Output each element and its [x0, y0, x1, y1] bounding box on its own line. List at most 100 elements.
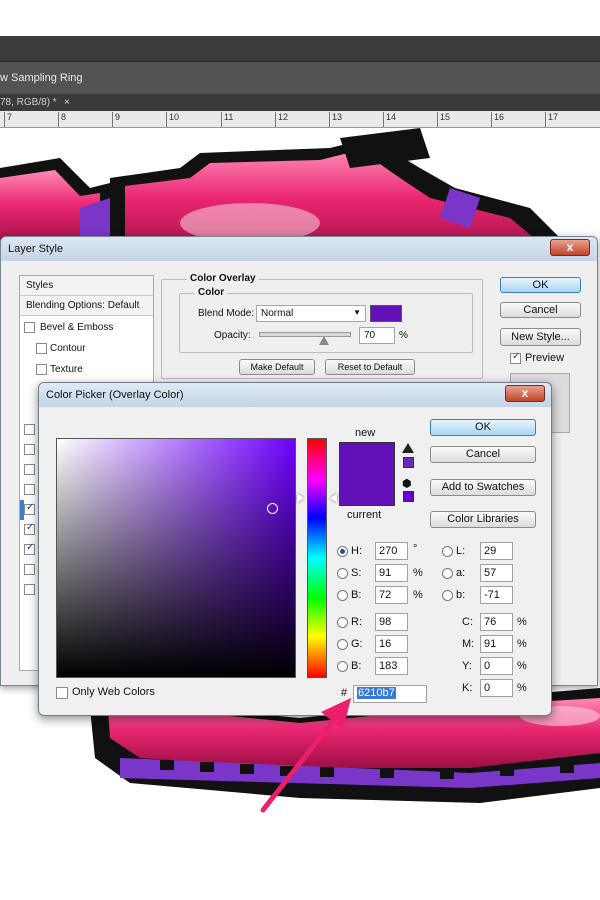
color-picker-ok-button[interactable]: OK	[430, 419, 536, 436]
style-checkbox-checked[interactable]	[24, 542, 35, 555]
web-safe-swatch[interactable]	[403, 491, 414, 502]
new-color-swatch	[339, 442, 395, 474]
lab-a-field[interactable]: 57	[480, 564, 513, 582]
color-picker-cancel-button[interactable]: Cancel	[430, 446, 536, 463]
lab-b-field[interactable]: -71	[480, 586, 513, 604]
hue-slider-left-arrow[interactable]	[297, 493, 304, 503]
make-default-button[interactable]: Make Default	[239, 359, 315, 375]
blending-options-item[interactable]: Blending Options: Default	[20, 296, 153, 316]
out-of-gamut-warning-icon[interactable]	[402, 443, 414, 453]
saturation-unit: %	[413, 567, 423, 579]
style-checkbox[interactable]	[24, 584, 35, 595]
ruler-mark: 16	[494, 112, 505, 122]
lab-a-radio[interactable]	[442, 568, 453, 579]
current-color-swatch[interactable]	[339, 474, 395, 506]
blue-label: B:	[351, 660, 362, 672]
lab-a-label: a:	[456, 567, 466, 579]
style-checkbox[interactable]	[24, 424, 35, 435]
chevron-down-icon: ▼	[353, 308, 361, 317]
color-selector-ring[interactable]	[267, 503, 278, 514]
green-radio[interactable]	[337, 639, 348, 650]
brightness-unit: %	[413, 589, 423, 601]
style-checkbox[interactable]	[24, 444, 35, 455]
gamut-swatch[interactable]	[403, 457, 414, 468]
blue-radio[interactable]	[337, 661, 348, 672]
opacity-slider-thumb[interactable]	[319, 336, 330, 345]
blend-mode-label: Blend Mode:	[198, 308, 255, 319]
menu-bar	[0, 36, 600, 62]
black-unit: %	[517, 682, 527, 694]
hue-radio[interactable]	[337, 546, 348, 557]
blend-mode-select[interactable]: Normal ▼	[256, 305, 366, 322]
preview-label: Preview	[525, 352, 565, 364]
green-field[interactable]: 16	[375, 635, 408, 653]
brightness-field[interactable]: 72	[375, 586, 408, 604]
ruler-mark: 12	[278, 112, 289, 122]
layer-style-ok-button[interactable]: OK	[500, 277, 581, 293]
red-label: R:	[351, 616, 362, 628]
document-tab-bar[interactable]: 78, RGB/8) *	[0, 94, 600, 111]
color-libraries-button[interactable]: Color Libraries	[430, 511, 536, 528]
horizontal-ruler: 7 8 9 10 11 12 13 14 15 16 17	[0, 111, 600, 128]
current-color-label: current	[347, 509, 382, 521]
saturation-field[interactable]: 91	[375, 564, 408, 582]
ruler-mark: 13	[332, 112, 343, 122]
texture-label: Texture	[50, 364, 83, 375]
tab-close-icon[interactable]: ×	[64, 97, 70, 108]
contour-checkbox[interactable]	[36, 343, 47, 354]
contour-label: Contour	[50, 343, 86, 354]
style-checkbox[interactable]	[24, 564, 35, 575]
color-picker-close-button[interactable]: x	[505, 385, 545, 402]
black-field[interactable]: 0	[480, 679, 513, 697]
red-radio[interactable]	[337, 617, 348, 628]
opacity-field[interactable]: 70	[359, 327, 395, 344]
saturation-radio[interactable]	[337, 568, 348, 579]
blue-field[interactable]: 183	[375, 657, 408, 675]
top-whitespace	[0, 0, 600, 36]
style-item-bevel-emboss[interactable]: Bevel & Emboss	[20, 318, 153, 338]
yellow-unit: %	[517, 660, 527, 672]
reset-to-default-button[interactable]: Reset to Default	[325, 359, 415, 375]
only-web-colors-checkbox[interactable]	[56, 687, 68, 699]
style-checkbox[interactable]	[24, 464, 35, 475]
web-safe-cube-icon[interactable]: ⬢	[402, 477, 412, 490]
layer-style-title: Layer Style	[1, 237, 597, 261]
style-checkbox[interactable]	[24, 484, 35, 495]
style-checkbox-checked[interactable]	[24, 502, 35, 515]
texture-checkbox[interactable]	[36, 364, 47, 375]
cyan-unit: %	[517, 616, 527, 628]
add-to-swatches-button[interactable]: Add to Swatches	[430, 479, 536, 496]
lab-l-radio[interactable]	[442, 546, 453, 557]
magenta-field[interactable]: 91	[480, 635, 513, 653]
lab-b-radio[interactable]	[442, 590, 453, 601]
magenta-label: M:	[462, 638, 475, 650]
yellow-field[interactable]: 0	[480, 657, 513, 675]
opacity-slider-track[interactable]	[259, 332, 351, 345]
ruler-mark: 11	[224, 112, 234, 122]
ruler-mark: 15	[440, 112, 451, 122]
yellow-label: Y:	[462, 660, 472, 672]
preview-checkbox[interactable]	[510, 351, 521, 364]
layer-style-close-button[interactable]: x	[550, 239, 590, 256]
options-bar: w Sampling Ring	[0, 62, 600, 94]
red-field[interactable]: 98	[375, 613, 408, 631]
hue-field[interactable]: 270	[375, 542, 408, 560]
hue-slider[interactable]	[307, 438, 327, 678]
lab-l-field[interactable]: 29	[480, 542, 513, 560]
hue-slider-right-arrow[interactable]	[330, 493, 337, 503]
saturation-brightness-field[interactable]	[56, 438, 296, 678]
brightness-radio[interactable]	[337, 590, 348, 601]
bevel-emboss-checkbox[interactable]	[24, 322, 35, 333]
new-style-button[interactable]: New Style...	[500, 328, 581, 346]
document-tab[interactable]: 78, RGB/8) *	[0, 97, 57, 108]
style-item-contour[interactable]: Contour	[20, 339, 153, 359]
color-picker-dialog: Color Picker (Overlay Color) x new curre…	[38, 382, 552, 716]
style-checkbox-checked[interactable]	[24, 522, 35, 535]
sampling-ring-label: w Sampling Ring	[0, 72, 83, 84]
styles-header[interactable]: Styles	[20, 276, 153, 296]
opacity-unit: %	[399, 330, 408, 341]
cyan-field[interactable]: 76	[480, 613, 513, 631]
layer-style-cancel-button[interactable]: Cancel	[500, 302, 581, 318]
overlay-color-swatch[interactable]	[370, 305, 402, 322]
style-item-texture[interactable]: Texture	[20, 360, 153, 380]
